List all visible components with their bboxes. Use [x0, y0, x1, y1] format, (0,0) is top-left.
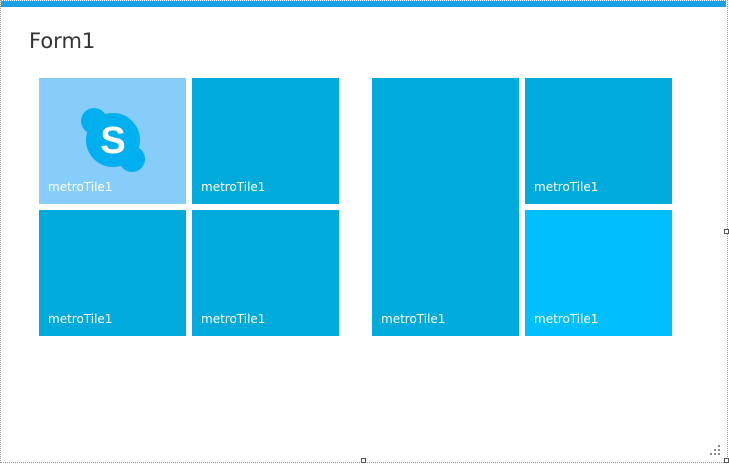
tile-label: metroTile1	[381, 312, 446, 326]
metro-tile[interactable]: metroTile1	[192, 78, 339, 204]
accent-bar	[1, 1, 726, 7]
resize-grip-icon[interactable]	[710, 445, 720, 455]
resize-handle-bottom[interactable]	[361, 458, 366, 463]
svg-text:S: S	[100, 120, 125, 162]
metro-tile-bright[interactable]: metroTile1	[525, 210, 672, 336]
tile-label: metroTile1	[201, 312, 266, 326]
tile-label: metroTile1	[48, 312, 113, 326]
tile-label: metroTile1	[201, 180, 266, 194]
tile-label: metroTile1	[48, 180, 113, 194]
form-title: Form1	[29, 29, 96, 53]
resize-handle-right[interactable]	[724, 229, 729, 234]
tile-label: metroTile1	[534, 312, 599, 326]
metro-tile-skype[interactable]: S metroTile1	[39, 78, 186, 204]
form-window: Form1 S metroTile1 metroTile1 metroTile1…	[1, 1, 726, 461]
metro-tile[interactable]: metroTile1	[525, 78, 672, 204]
resize-handle-corner[interactable]	[724, 458, 729, 463]
tile-label: metroTile1	[534, 180, 599, 194]
metro-tile[interactable]: metroTile1	[39, 210, 186, 336]
metro-tile-tall[interactable]: metroTile1	[372, 78, 519, 336]
skype-icon: S	[81, 108, 145, 172]
metro-tile[interactable]: metroTile1	[192, 210, 339, 336]
